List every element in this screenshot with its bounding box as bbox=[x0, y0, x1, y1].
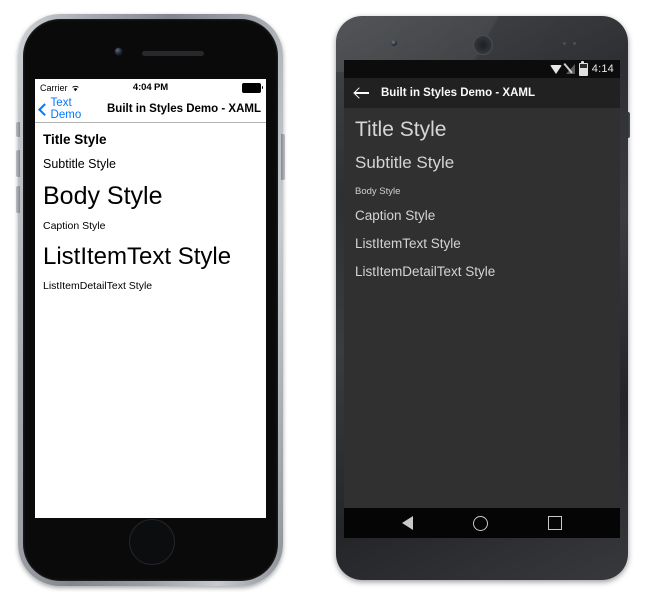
page-title: Built in Styles Demo - XAML bbox=[107, 103, 261, 115]
nav-home-icon[interactable] bbox=[473, 515, 488, 531]
android-subtitle-style-text: Subtitle Style bbox=[355, 153, 455, 173]
ios-title-style-text: Title Style bbox=[43, 132, 107, 147]
back-button-label: Text Demo bbox=[50, 97, 82, 121]
android-listitemtext-style-text: ListItemText Style bbox=[355, 236, 461, 252]
android-clock: 4:14 bbox=[591, 63, 614, 75]
android-title-style-text: Title Style bbox=[355, 118, 447, 141]
page-title: Built in Styles Demo - XAML bbox=[381, 87, 535, 99]
android-app-bar: Built in Styles Demo - XAML bbox=[344, 78, 620, 108]
mute-switch[interactable] bbox=[16, 122, 20, 137]
android-listitemdetailtext-style-text: ListItemDetailText Style bbox=[355, 264, 496, 280]
android-caption-style-text: Caption Style bbox=[355, 207, 436, 223]
iphone-screen: Carrier 4:04 PM Text Demo Built in Style… bbox=[35, 79, 266, 518]
front-camera-icon bbox=[115, 48, 122, 55]
volume-down-button[interactable] bbox=[16, 186, 20, 213]
home-button[interactable] bbox=[128, 519, 175, 565]
android-nav-bar bbox=[344, 508, 620, 538]
android-device: 4:14 Built in Styles Demo - XAML Title S… bbox=[336, 16, 630, 580]
ios-subtitle-style-text: Subtitle Style bbox=[43, 156, 116, 171]
ios-caption-style-text: Caption Style bbox=[43, 220, 106, 233]
front-camera-icon bbox=[391, 40, 397, 46]
ios-listitemdetailtext-style-text: ListItemDetailText Style bbox=[43, 279, 153, 292]
proximity-sensors bbox=[563, 42, 576, 45]
android-content: Title Style Subtitle Style Body Style Ca… bbox=[344, 108, 620, 508]
earpiece-speaker bbox=[142, 51, 204, 56]
nav-recents-icon[interactable] bbox=[548, 516, 562, 530]
volume-up-button[interactable] bbox=[16, 150, 20, 177]
nav-back-icon[interactable] bbox=[402, 516, 413, 530]
ios-body-style-text: Body Style bbox=[43, 181, 163, 210]
power-button[interactable] bbox=[281, 134, 285, 180]
ios-status-right bbox=[242, 82, 263, 93]
sensor-dot bbox=[573, 42, 576, 45]
back-button[interactable]: Text Demo bbox=[38, 97, 102, 121]
chevron-left-icon bbox=[38, 102, 51, 116]
ios-status-bar: Carrier 4:04 PM bbox=[35, 79, 266, 96]
battery-full-icon bbox=[242, 82, 263, 93]
ios-clock: 4:04 PM bbox=[132, 82, 169, 93]
ios-content: Title Style Subtitle Style Body Style Ca… bbox=[35, 123, 266, 292]
wifi-icon bbox=[549, 64, 562, 74]
battery-icon bbox=[578, 60, 588, 76]
ios-listitemtext-style-text: ListItemText Style bbox=[43, 242, 232, 270]
android-status-bar: 4:14 bbox=[344, 60, 620, 78]
signal-off-icon bbox=[565, 64, 575, 74]
earpiece-speaker bbox=[473, 35, 493, 55]
ios-nav-bar: Text Demo Built in Styles Demo - XAML bbox=[35, 96, 266, 123]
power-button[interactable] bbox=[627, 112, 630, 138]
arrow-back-icon[interactable] bbox=[355, 87, 369, 99]
android-screen: 4:14 Built in Styles Demo - XAML Title S… bbox=[344, 60, 620, 538]
sensor-dot bbox=[563, 42, 566, 45]
iphone-device: Carrier 4:04 PM Text Demo Built in Style… bbox=[16, 14, 285, 586]
android-body-style-text: Body Style bbox=[355, 185, 401, 197]
